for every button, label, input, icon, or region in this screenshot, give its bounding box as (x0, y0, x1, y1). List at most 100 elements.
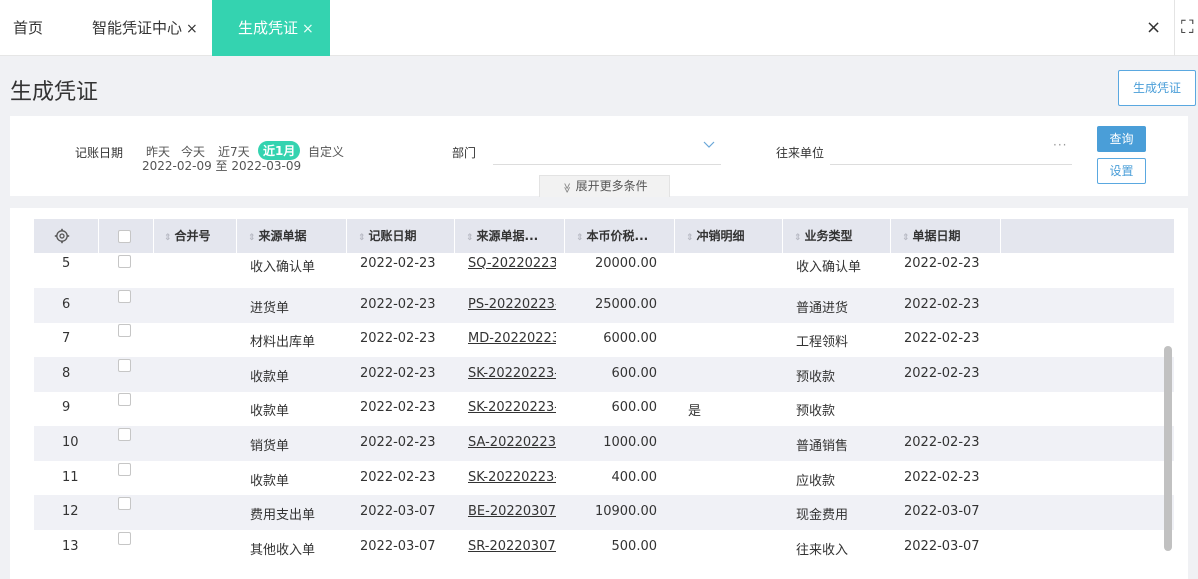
cell-source-doc: 材料出库单 (250, 335, 316, 351)
table-row[interactable]: 13 其他收入单 2022-03-07 SR-20220307-(500.00 往来收入… (34, 530, 1174, 565)
cell-post-date: 2022-03-07 (360, 504, 436, 520)
cell-amount: 6000.00 (603, 331, 657, 347)
row-checkbox[interactable] (118, 393, 131, 407)
cell-doc-date: 2022-02-23 (904, 256, 980, 271)
row-checkbox[interactable] (118, 255, 131, 268)
row-checkbox[interactable] (118, 462, 131, 476)
page-title: 生成凭证 (10, 80, 99, 105)
table-row[interactable]: 5 收入确认单 2022-02-23 SQ-20220223-(20000.00 收入确… (34, 253, 1174, 288)
cell-post-date: 2022-02-23 (360, 469, 436, 485)
cell-amount: 500.00 (611, 538, 658, 554)
row-checkbox[interactable] (118, 358, 131, 372)
cell-biz-type: 预收款 (796, 369, 836, 385)
row-checkbox[interactable] (118, 531, 131, 545)
column-biz-type[interactable]: ⇕ 业务类型 (794, 219, 853, 253)
select-all-checkbox[interactable] (118, 230, 131, 243)
row-index: 7 (62, 331, 71, 347)
cell-doc-date: 2022-03-07 (904, 504, 980, 520)
column-divider (782, 219, 783, 253)
column-divider (454, 219, 455, 253)
table-row[interactable]: 7 材料出库单 2022-02-23 MD-20220223- 6000.00 工程领料 2… (34, 322, 1174, 357)
tab-voucher-center[interactable]: 智能凭证中心 × (92, 0, 198, 56)
cell-biz-type: 工程领料 (796, 335, 849, 351)
cell-source-no[interactable]: MD-20220223- (468, 331, 556, 346)
quick-date-custom[interactable]: 自定义 (308, 143, 344, 160)
cell-source-no[interactable]: SR-20220307-( (468, 539, 556, 554)
table-row[interactable]: 6 进货单 2022-02-23 PS-20220223-0 25000.00 普通进货 2… (34, 287, 1174, 323)
column-label: 单据日期 (912, 229, 961, 243)
scrollbar-thumb[interactable] (1164, 346, 1172, 551)
expand-more-conditions[interactable]: ≫ 展开更多条件 (539, 175, 670, 197)
fullscreen-icon[interactable]: ⛶ (1181, 0, 1198, 56)
cell-source-no[interactable]: SQ-20220223-( (468, 256, 556, 271)
close-icon[interactable]: × (186, 21, 198, 37)
cell-doc-date: 2022-02-23 (904, 331, 980, 347)
row-checkbox[interactable] (118, 324, 131, 338)
tab-generate-voucher[interactable]: 生成凭证 × (212, 0, 330, 56)
row-checkbox[interactable] (118, 289, 131, 303)
table-row[interactable]: 12 费用支出单 2022-03-07 BE-20220307-(10900.00 现金… (34, 495, 1174, 531)
cell-post-date: 2022-02-23 (360, 365, 436, 381)
gear-icon[interactable] (54, 228, 70, 244)
post-date-label: 记账日期 (75, 146, 124, 160)
cell-doc-date: 2022-02-23 (904, 365, 980, 381)
column-source-doc[interactable]: ⇕ 来源单据 (248, 219, 307, 253)
cell-doc-date: 2022-02-23 (904, 296, 980, 312)
row-checkbox[interactable] (118, 428, 131, 441)
cell-amount: 25000.00 (594, 296, 657, 312)
cell-source-doc: 收款单 (250, 473, 290, 489)
column-post-date[interactable]: ⇕ 记账日期 (358, 219, 417, 253)
table-row[interactable]: 9 收款单 2022-02-23 SK-20220223-(600.00 是 预收款 (34, 391, 1174, 426)
column-divider (564, 219, 565, 253)
row-index: 10 (62, 435, 79, 450)
cell-source-no[interactable]: SK-20220223-( (468, 366, 556, 381)
cell-post-date: 2022-02-23 (360, 296, 436, 312)
close-all-icon[interactable]: × (1146, 0, 1161, 56)
cell-source-no[interactable]: SK-20220223-( (468, 470, 556, 485)
date-range-text: 2022-02-09 至 2022-03-09 (142, 159, 302, 173)
department-select[interactable] (493, 164, 721, 165)
column-label: 记账日期 (368, 229, 417, 243)
table-header: ⇕ 合并号 ⇕ 来源单据 ⇕ 记账日期 ⇕ 来源单据... ⇕ 本币价税... ⇕ 冲销明细… (34, 219, 1174, 253)
column-writeoff[interactable]: ⇕ 冲销明细 (686, 219, 745, 253)
row-index: 5 (62, 256, 71, 271)
column-divider (674, 219, 675, 253)
double-chevron-down-icon: ≫ (561, 182, 573, 194)
generate-voucher-button[interactable]: 生成凭证 (1118, 70, 1196, 106)
cell-source-doc: 销货单 (250, 439, 290, 454)
tab-home[interactable]: 首页 (13, 0, 43, 56)
column-merge-no[interactable]: ⇕ 合并号 (164, 219, 211, 253)
row-index: 8 (62, 365, 71, 381)
cell-amount: 20000.00 (594, 256, 657, 271)
column-label: 冲销明细 (696, 229, 745, 243)
column-source-no[interactable]: ⇕ 来源单据... (466, 219, 538, 253)
column-doc-date[interactable]: ⇕ 单据日期 (902, 219, 961, 253)
cell-post-date: 2022-02-23 (360, 331, 436, 347)
cell-post-date: 2022-02-23 (360, 435, 436, 450)
cell-source-no[interactable]: BE-20220307-( (468, 504, 556, 519)
cell-amount: 600.00 (611, 365, 658, 381)
cell-source-no[interactable]: PS-20220223-0 (468, 297, 556, 312)
cell-biz-type: 现金费用 (796, 508, 849, 524)
chevron-down-icon[interactable] (702, 138, 716, 152)
close-icon[interactable]: × (302, 21, 314, 37)
row-checkbox[interactable] (118, 497, 131, 511)
voucher-table: ⇕ 合并号 ⇕ 来源单据 ⇕ 记账日期 ⇕ 来源单据... ⇕ 本币价税... ⇕ 冲销明细… (10, 208, 1188, 579)
sort-icon: ⇕ (902, 233, 910, 243)
more-icon[interactable]: ··· (1053, 138, 1067, 152)
column-divider (153, 219, 154, 253)
query-button[interactable]: 查询 (1097, 126, 1146, 152)
cell-biz-type: 应收款 (796, 473, 836, 489)
settings-button[interactable]: 设置 (1097, 158, 1146, 184)
table-row[interactable]: 8 收款单 2022-02-23 SK-20220223-(600.00 预收款 2022… (34, 356, 1174, 392)
row-index: 13 (62, 538, 79, 554)
cell-source-no[interactable]: SA-20220223-( (468, 435, 556, 450)
partner-input[interactable] (830, 164, 1072, 165)
table-row[interactable]: 10 销货单 2022-02-23 SA-20220223-(1000.00 普通销售 2… (34, 426, 1174, 461)
cell-source-no[interactable]: SK-20220223-( (468, 400, 556, 415)
expand-label: 展开更多条件 (575, 179, 648, 193)
table-row[interactable]: 11 收款单 2022-02-23 SK-20220223-(400.00 应收款 202… (34, 461, 1174, 496)
cell-biz-type: 往来收入 (796, 542, 849, 558)
cell-doc-date: 2022-02-23 (904, 469, 980, 485)
column-amount[interactable]: ⇕ 本币价税... (576, 219, 648, 253)
